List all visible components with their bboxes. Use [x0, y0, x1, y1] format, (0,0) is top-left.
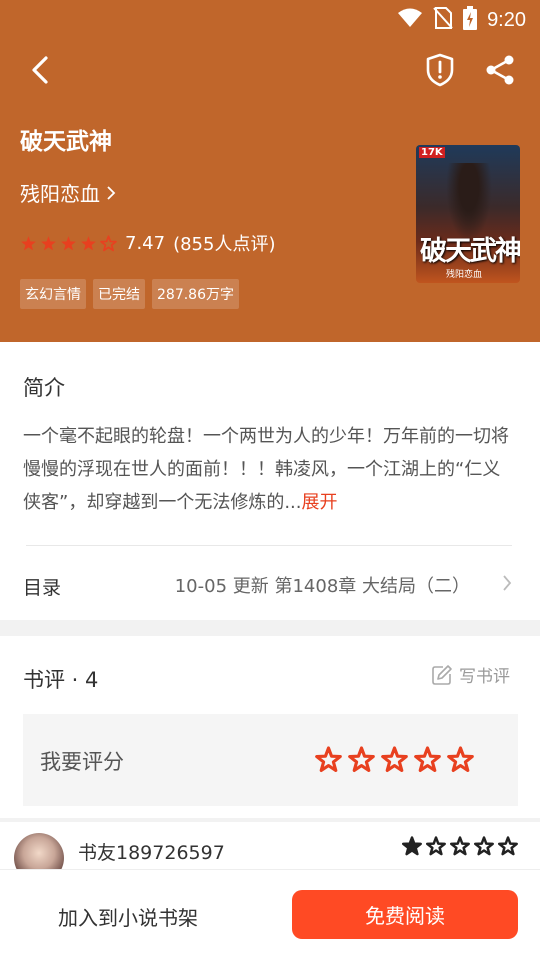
book-cover[interactable]: 17K 破天武神 残阳恋血 — [416, 145, 520, 283]
chevron-right-icon — [107, 185, 116, 200]
star-icon — [426, 836, 446, 856]
back-button[interactable] — [22, 52, 58, 88]
toc-row[interactable]: 目录 10-05 更新 第1408章 大结局（二） — [0, 546, 540, 620]
rating-stars — [20, 234, 117, 252]
star-icon — [61, 235, 76, 250]
star-icon — [21, 235, 36, 250]
rating-count: (855人点评) — [173, 234, 276, 255]
add-to-shelf-button[interactable]: 加入到小说书架 — [58, 902, 198, 931]
cover-author: 残阳恋血 — [446, 270, 483, 280]
status-tag: 已完结 — [93, 279, 145, 309]
reviewer-name: 书友189726597 — [78, 842, 225, 864]
star-icon — [474, 836, 494, 856]
reviews-heading: 书评 · 4 — [23, 668, 99, 692]
intro-card: 简介 一个毫不起眼的轮盘！一个两世为人的少年！万年前的一切将慢慢的浮现在世人的面… — [0, 342, 540, 620]
toc-label: 目录 — [23, 577, 62, 599]
chevron-left-icon — [32, 56, 48, 84]
rating-score: 7.47 — [125, 232, 166, 254]
genre-tag: 玄幻言情 — [20, 279, 86, 309]
book-header: 9:20 破天武神 残阳恋血 7.47 (855人点评) 玄幻言情 已完结 28… — [0, 0, 540, 342]
star-icon — [100, 234, 117, 251]
star-icon — [498, 836, 518, 856]
reviewer-stars — [402, 836, 518, 856]
write-review-button[interactable]: 写书评 — [431, 662, 510, 687]
bottom-action-bar: 加入到小说书架 免费阅读 — [0, 869, 540, 960]
star-icon — [81, 235, 96, 250]
shield-icon — [426, 53, 454, 87]
status-time: 9:20 — [487, 8, 526, 31]
cover-title: 破天武神 — [420, 236, 520, 267]
share-icon — [486, 55, 514, 85]
rating-row: 7.47 (855人点评) — [20, 230, 275, 256]
intro-heading: 简介 — [23, 376, 65, 400]
rate-label: 我要评分 — [40, 750, 124, 774]
intro-body: 一个毫不起眼的轮盘！一个两世为人的少年！万年前的一切将慢慢的浮现在世人的面前！！… — [23, 426, 509, 513]
share-button[interactable] — [480, 50, 520, 90]
tag-list: 玄幻言情 已完结 287.86万字 — [20, 279, 239, 309]
toc-latest-chapter: 10-05 更新 第1408章 大结局（二） — [174, 576, 470, 597]
rate-star-icon[interactable] — [315, 746, 342, 773]
rate-stars — [315, 746, 474, 773]
chevron-right-icon — [503, 575, 512, 591]
divider — [0, 818, 540, 822]
expand-link[interactable]: 展开 — [302, 492, 338, 513]
star-icon — [450, 836, 470, 856]
status-bar: 9:20 — [0, 0, 540, 38]
rate-star-icon[interactable] — [381, 746, 408, 773]
rate-star-icon[interactable] — [414, 746, 441, 773]
book-title: 破天武神 — [20, 129, 112, 155]
cover-badge: 17K — [419, 147, 445, 158]
star-icon — [41, 235, 56, 250]
rate-box: 我要评分 — [23, 714, 518, 806]
report-button[interactable] — [420, 50, 460, 90]
edit-icon — [432, 664, 452, 685]
no-sim-icon — [433, 7, 453, 33]
write-review-label: 写书评 — [459, 667, 510, 687]
author-name: 残阳恋血 — [20, 182, 100, 206]
wordcount-tag: 287.86万字 — [152, 279, 239, 309]
read-free-button[interactable]: 免费阅读 — [292, 890, 518, 939]
rate-star-icon[interactable] — [348, 746, 375, 773]
rate-star-icon[interactable] — [447, 746, 474, 773]
author-link[interactable]: 残阳恋血 — [20, 178, 116, 207]
wifi-icon — [397, 8, 423, 32]
intro-text: 一个毫不起眼的轮盘！一个两世为人的少年！万年前的一切将慢慢的浮现在世人的面前！！… — [23, 420, 513, 519]
battery-charging-icon — [463, 6, 478, 34]
star-icon — [402, 836, 422, 856]
